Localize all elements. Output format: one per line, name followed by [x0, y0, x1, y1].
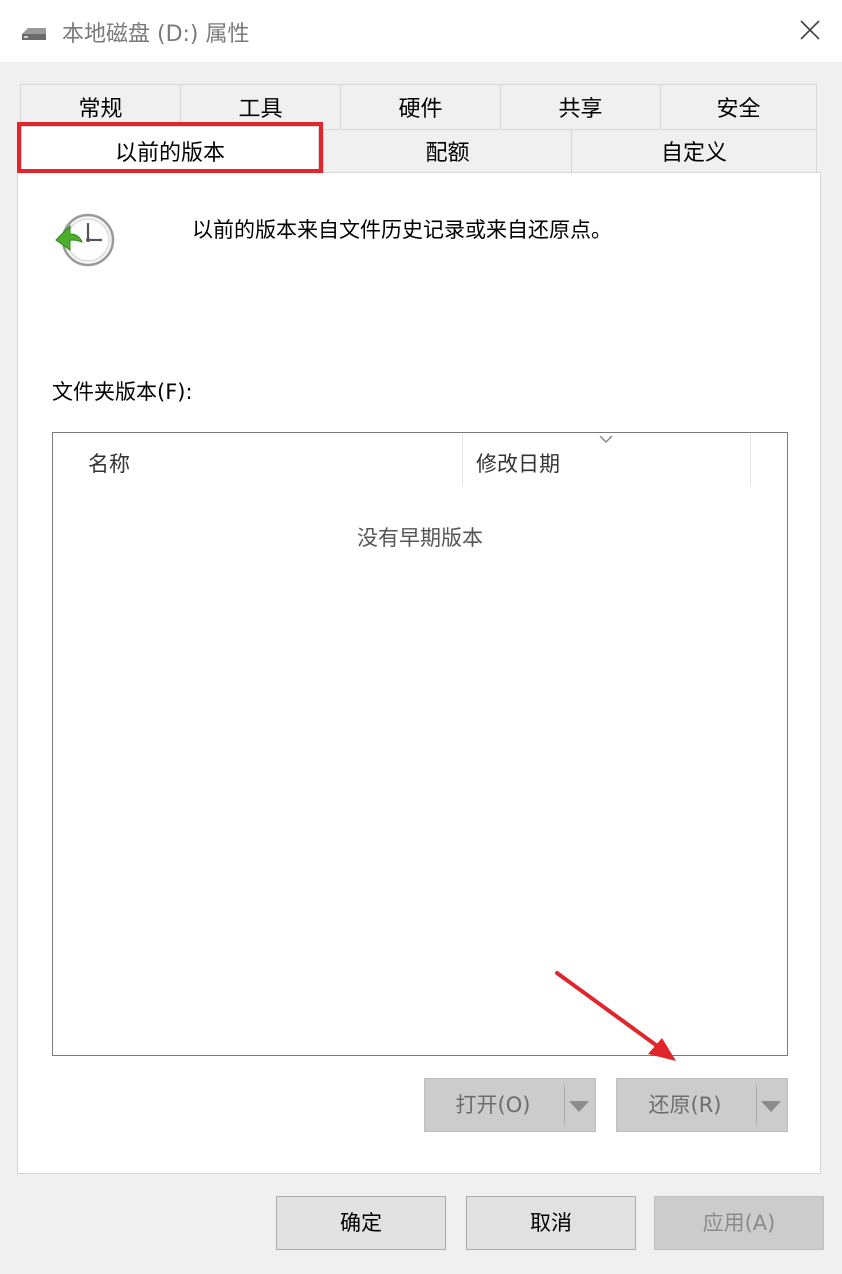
- open-split-button[interactable]: 打开(O): [424, 1078, 596, 1132]
- tab-security[interactable]: 安全: [660, 84, 817, 130]
- restore-button-label[interactable]: 还原(R): [617, 1079, 753, 1131]
- tab-sharing[interactable]: 共享: [500, 84, 661, 130]
- sort-chevron-icon: [599, 435, 613, 444]
- close-icon[interactable]: [798, 18, 822, 42]
- chevron-down-icon[interactable]: [569, 1101, 589, 1112]
- column-separator[interactable]: [750, 434, 751, 486]
- history-clock-icon: [55, 213, 115, 267]
- window-title: 本地磁盘 (D:) 属性: [62, 22, 250, 47]
- red-arrow-annotation: [555, 971, 676, 1061]
- tab-previous-versions[interactable]: 以前的版本: [21, 126, 319, 174]
- split-separator: [564, 1085, 565, 1125]
- apply-button[interactable]: 应用(A): [654, 1196, 824, 1250]
- open-button-label[interactable]: 打开(O): [425, 1079, 561, 1131]
- tab-tools[interactable]: 工具: [180, 84, 341, 130]
- column-separator[interactable]: [462, 434, 463, 486]
- chevron-down-icon[interactable]: [761, 1101, 781, 1112]
- title-bar: 本地磁盘 (D:) 属性: [0, 0, 842, 62]
- tab-customize[interactable]: 自定义: [571, 129, 817, 173]
- cancel-button[interactable]: 取消: [466, 1196, 636, 1250]
- column-header-date-modified[interactable]: 修改日期: [476, 448, 560, 478]
- column-header-name[interactable]: 名称: [88, 448, 130, 478]
- list-empty-message: 没有早期版本: [357, 526, 483, 550]
- tab-general[interactable]: 常规: [20, 84, 181, 130]
- split-separator: [756, 1085, 757, 1125]
- tab-quota[interactable]: 配额: [323, 129, 572, 173]
- tab-hardware[interactable]: 硬件: [340, 84, 501, 130]
- drive-icon: [22, 28, 46, 40]
- ok-button[interactable]: 确定: [276, 1196, 446, 1250]
- folder-versions-label: 文件夹版本(F):: [52, 380, 193, 404]
- restore-split-button[interactable]: 还原(R): [616, 1078, 788, 1132]
- previous-versions-description: 以前的版本来自文件历史记录或来自还原点。: [192, 218, 612, 242]
